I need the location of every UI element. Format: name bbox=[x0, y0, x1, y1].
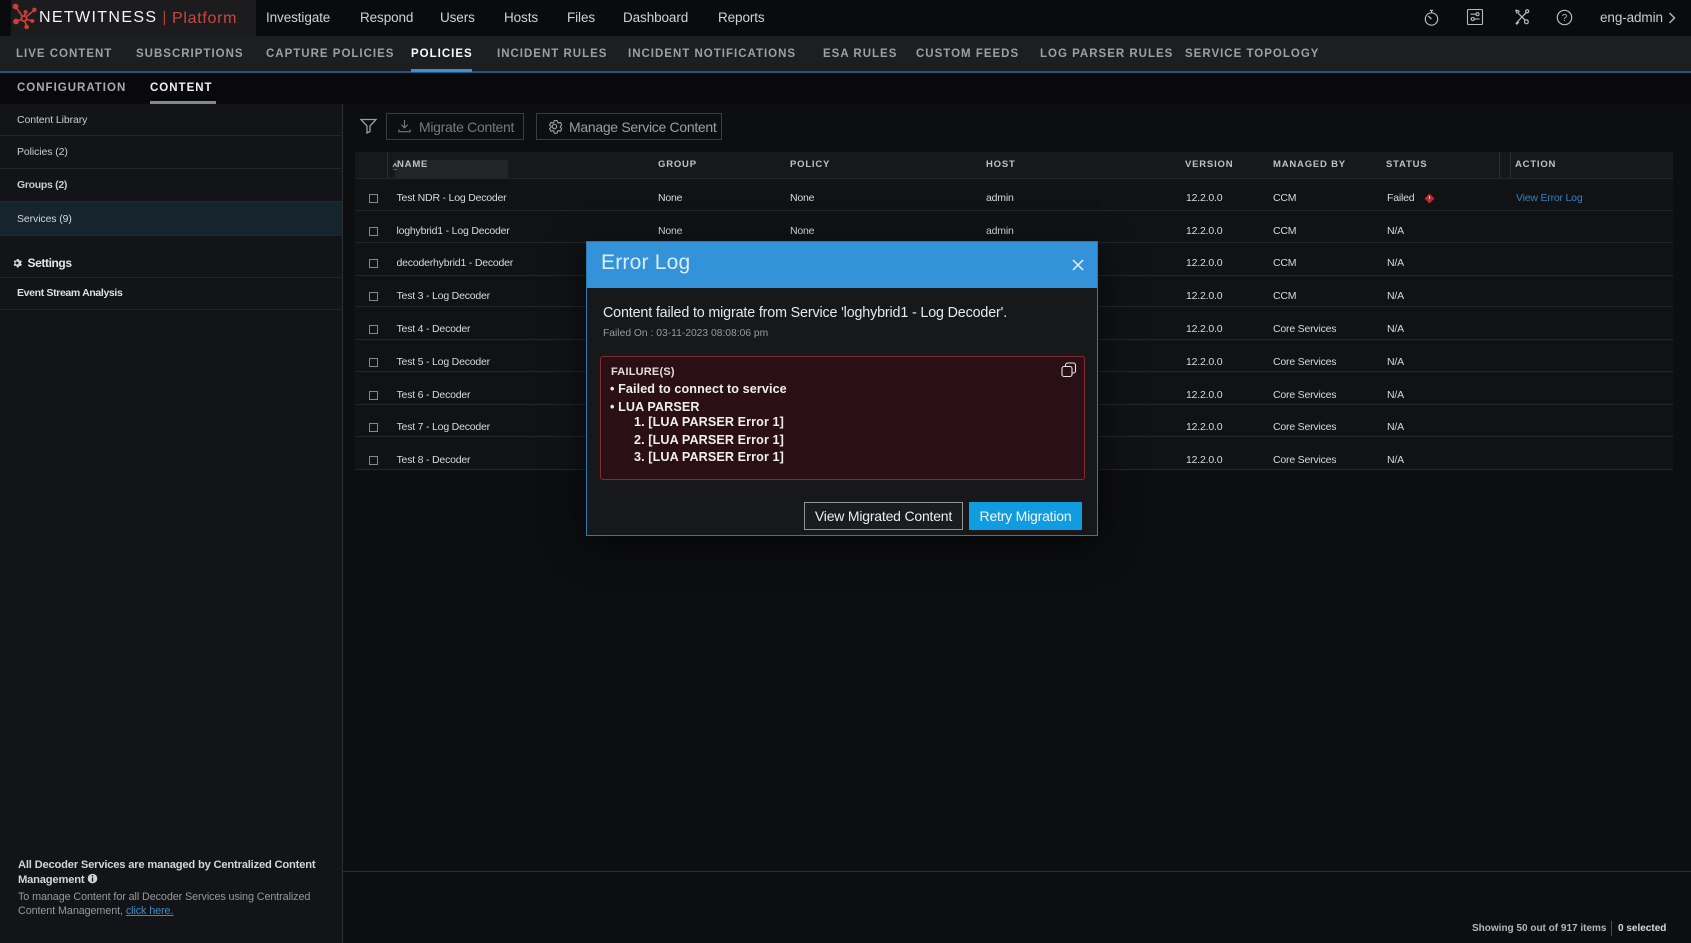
svg-text:?: ? bbox=[1562, 13, 1568, 24]
